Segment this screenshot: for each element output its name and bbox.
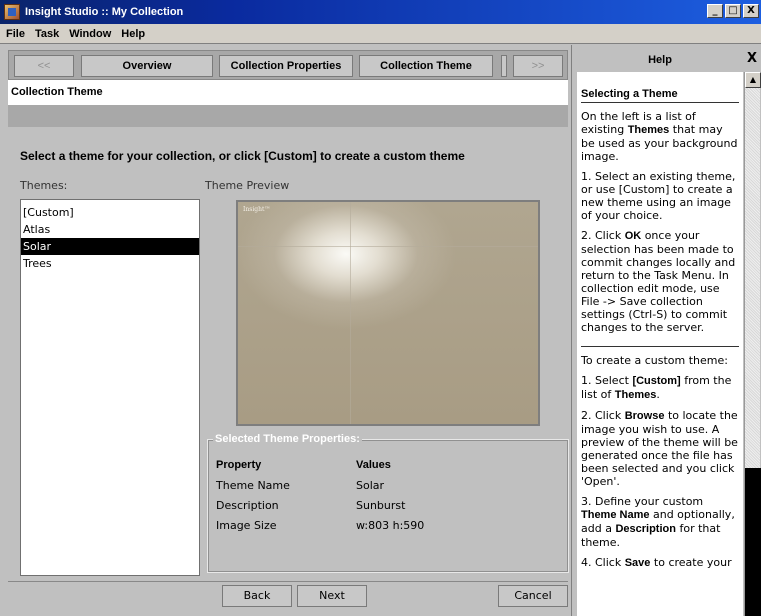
menu-file[interactable]: File: [2, 28, 31, 40]
theme-item-atlas[interactable]: Atlas: [21, 221, 199, 238]
help-divider: [581, 346, 739, 347]
theme-list[interactable]: [Custom] Atlas Solar Trees: [20, 199, 200, 576]
nav-overview-button[interactable]: Overview: [81, 55, 213, 77]
menu-help[interactable]: Help: [117, 28, 151, 40]
help-paragraph: On the left is a list of existing Themes…: [581, 110, 738, 163]
instruction-text: Select a theme for your collection, or c…: [20, 149, 465, 163]
property-value: Solar: [356, 479, 385, 492]
close-button[interactable]: X: [743, 4, 759, 18]
cancel-button[interactable]: Cancel: [498, 585, 568, 607]
theme-preview: Insight™: [236, 200, 540, 426]
menu-window[interactable]: Window: [65, 28, 117, 40]
preview-logo: Insight™: [243, 206, 271, 213]
theme-preview-label: Theme Preview: [205, 179, 290, 192]
property-name: Image Size: [216, 519, 277, 532]
help-paragraph: 4. Click Save to create your: [581, 556, 732, 569]
themes-label: Themes:: [20, 179, 68, 192]
help-paragraph: 3. Define your custom Theme Name and opt…: [581, 495, 735, 549]
theme-item-trees[interactable]: Trees: [21, 255, 199, 272]
section-subheader: [8, 105, 568, 127]
property-header: Property: [216, 459, 262, 471]
help-paragraph: 1. Select [Custom] from the list of Them…: [581, 374, 732, 401]
nav-divider: [501, 55, 507, 77]
help-close-icon[interactable]: X: [744, 50, 760, 68]
window-title: Insight Studio :: My Collection: [25, 6, 184, 18]
help-paragraph: 2. Click Browse to locate the image you …: [581, 409, 738, 488]
nav-collection-theme-button[interactable]: Collection Theme: [359, 55, 493, 77]
help-paragraph: To create a custom theme:: [581, 354, 728, 367]
property-value: Sunburst: [356, 499, 406, 512]
app-icon: [4, 4, 20, 20]
section-title: Collection Theme: [8, 80, 568, 105]
theme-item-custom[interactable]: [Custom]: [21, 204, 199, 221]
maximize-button[interactable]: □: [725, 4, 741, 18]
help-paragraph: 2. Click OK once your selection has been…: [581, 229, 736, 334]
minimize-button[interactable]: _: [707, 4, 723, 18]
menu-task[interactable]: Task: [31, 28, 65, 40]
property-name: Theme Name: [216, 479, 290, 492]
help-scrollbar[interactable]: ▲: [744, 72, 761, 616]
main-panel: << Overview Collection Properties Collec…: [0, 45, 572, 616]
scroll-thumb[interactable]: [745, 468, 761, 616]
window-controls: _ □ X: [707, 4, 759, 18]
properties-title: Selected Theme Properties:: [213, 433, 362, 445]
back-button[interactable]: Back: [222, 585, 292, 607]
help-title: Selecting a Theme: [581, 88, 739, 103]
nav-prev-button[interactable]: <<: [14, 55, 74, 77]
property-name: Description: [216, 499, 279, 512]
menu-bar: File Task Window Help: [0, 24, 761, 44]
title-bar: Insight Studio :: My Collection _ □ X: [0, 0, 761, 24]
help-paragraph: 1. Select an existing theme, or use [Cus…: [581, 170, 736, 222]
preview-grid-line: [238, 246, 538, 247]
nav-collection-properties-button[interactable]: Collection Properties: [219, 55, 353, 77]
property-value: w:803 h:590: [356, 519, 425, 532]
values-header: Values: [356, 459, 391, 471]
help-content: Selecting a Theme On the left is a list …: [577, 72, 743, 616]
nav-next-button[interactable]: >>: [513, 55, 563, 77]
theme-item-solar[interactable]: Solar: [21, 238, 199, 255]
preview-grid-line: [350, 202, 351, 424]
scroll-up-icon[interactable]: ▲: [745, 72, 761, 88]
wizard-nav: << Overview Collection Properties Collec…: [8, 50, 568, 80]
help-panel: Help X Selecting a Theme On the left is …: [574, 45, 761, 616]
theme-preview-image: Insight™: [238, 202, 538, 424]
help-header: Help: [578, 49, 742, 71]
next-button[interactable]: Next: [297, 585, 367, 607]
